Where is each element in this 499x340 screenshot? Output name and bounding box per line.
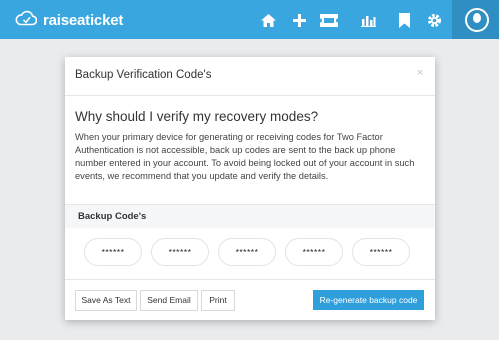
bookmark-icon[interactable] — [395, 11, 413, 29]
ticket-icon[interactable] — [320, 11, 338, 29]
gear-icon[interactable] — [425, 11, 443, 29]
backup-codes-modal: Backup Verification Code's × Why should … — [65, 57, 435, 320]
avatar[interactable] — [465, 8, 489, 32]
brand-name: raiseaticket — [43, 11, 124, 29]
save-as-text-button[interactable]: Save As Text — [75, 290, 137, 311]
user-menu[interactable] — [452, 0, 499, 39]
footer-divider — [65, 279, 435, 280]
backup-code-1: ****** — [84, 238, 142, 266]
backup-code-3: ****** — [218, 238, 276, 266]
backup-codes-header: Backup Code's — [65, 204, 435, 228]
modal-title: Backup Verification Code's — [75, 69, 212, 81]
brand-logo[interactable]: raiseaticket — [15, 9, 123, 31]
backup-code-2: ****** — [151, 238, 209, 266]
section-heading: Why should I verify my recovery modes? — [75, 109, 319, 124]
header-divider — [65, 95, 435, 96]
user-avatar-icon — [473, 13, 481, 23]
bar-chart-icon[interactable] — [359, 11, 377, 29]
description-text: When your primary device for generating … — [75, 132, 415, 181]
home-icon[interactable] — [259, 11, 277, 29]
print-button[interactable]: Print — [201, 290, 235, 311]
plus-icon[interactable] — [290, 11, 308, 29]
backup-codes-label: Backup Code's — [78, 211, 147, 222]
top-navbar: raiseaticket — [0, 0, 499, 39]
cloud-logo-icon — [15, 9, 38, 31]
send-email-button[interactable]: Send Email — [140, 290, 198, 311]
backup-code-4: ****** — [285, 238, 343, 266]
close-icon[interactable]: × — [417, 67, 423, 79]
regenerate-codes-button[interactable]: Re-generate backup code — [313, 290, 424, 310]
backup-code-5: ****** — [352, 238, 410, 266]
